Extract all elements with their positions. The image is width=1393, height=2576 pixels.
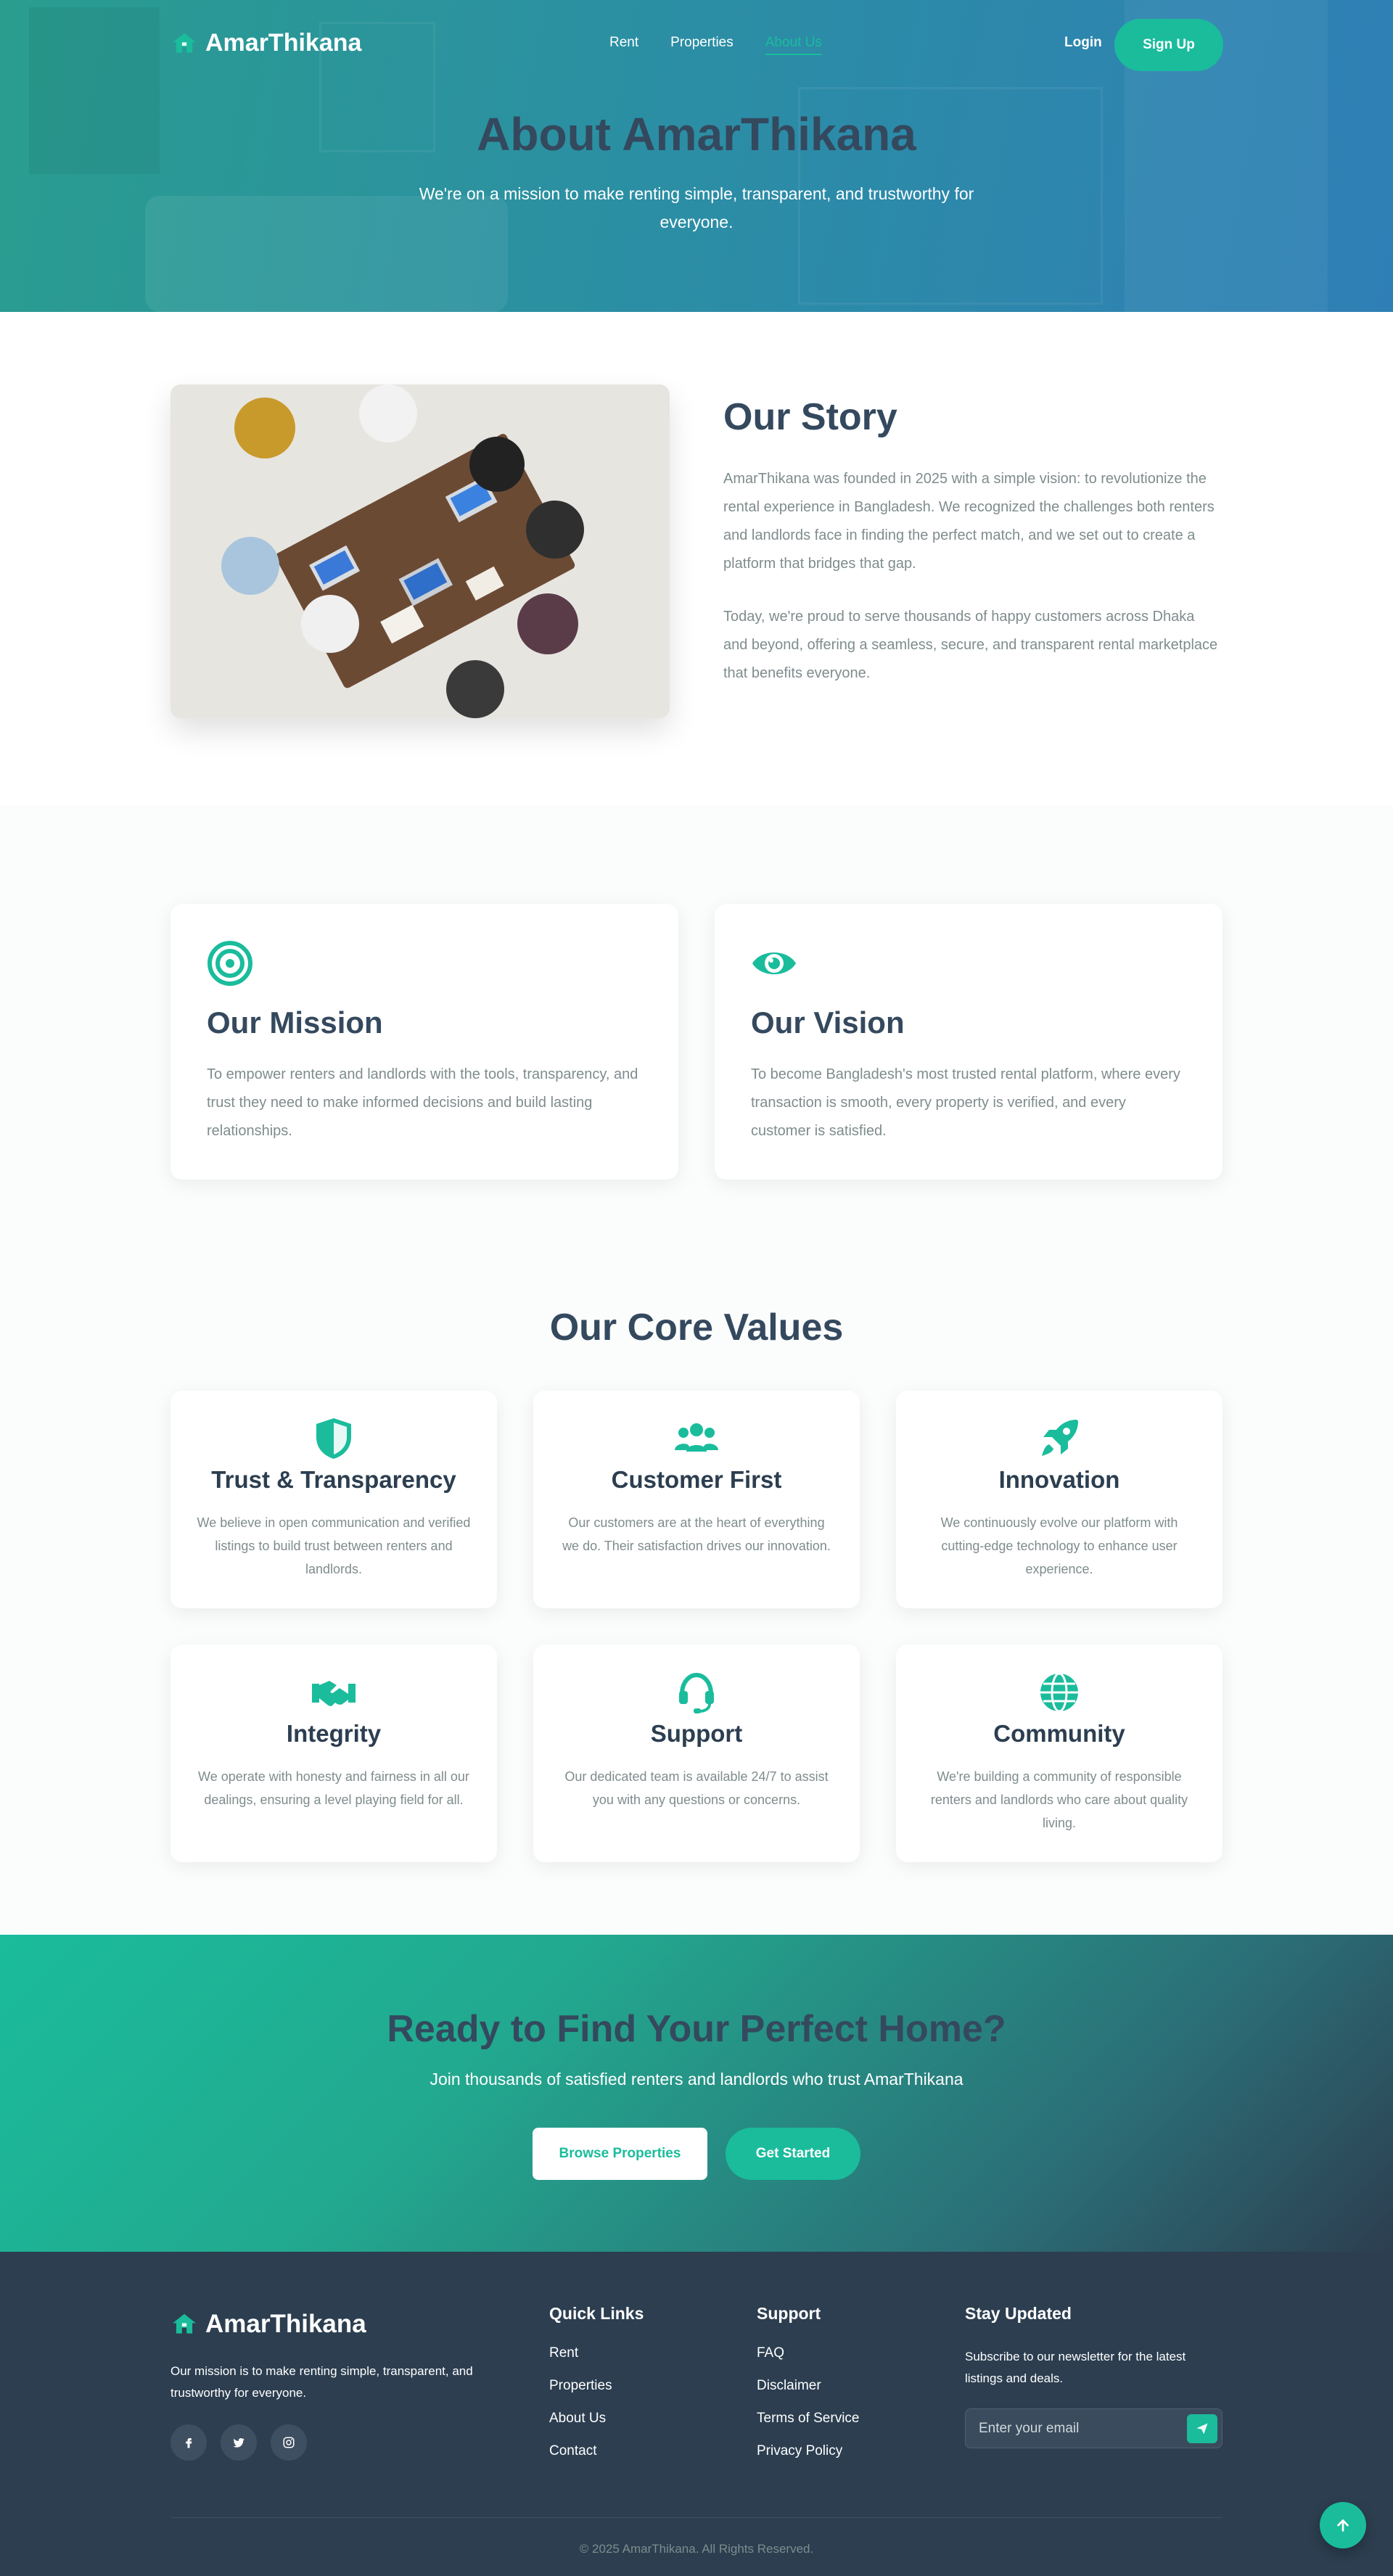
handshake-icon: [312, 1681, 356, 1706]
footer-column-title: Quick Links: [549, 2304, 644, 2323]
newsletter-text: Subscribe to our newsletter for the late…: [965, 2350, 1186, 2385]
value-text: We continuously evolve our platform with…: [940, 1515, 1178, 1576]
twitter-icon: [233, 2437, 245, 2448]
value-title: Innovation: [998, 1466, 1120, 1493]
value-title: Customer First: [611, 1466, 782, 1493]
value-title: Trust & Transparency: [211, 1466, 456, 1493]
footer-brand-logo[interactable]: AmarThikana: [170, 2310, 366, 2339]
newsletter-submit-button[interactable]: [1187, 2414, 1217, 2443]
users-icon: [675, 1423, 718, 1452]
value-text: Our customers are at the heart of everyt…: [562, 1515, 831, 1553]
browse-properties-button[interactable]: Browse Properties: [533, 2128, 707, 2180]
value-card-innovation: Innovation We continuously evolve our pl…: [896, 1391, 1223, 1608]
vision-text: To become Bangladesh's most trusted rent…: [751, 1066, 1180, 1139]
vision-title: Our Vision: [751, 1005, 905, 1040]
vision-card: Our Vision To become Bangladesh's most t…: [715, 904, 1223, 1180]
footer-support-links: Support FAQ Disclaimer Terms of Service …: [757, 2304, 859, 2476]
hero-subtitle: We're on a mission to make renting simpl…: [419, 184, 974, 231]
core-values-title: Our Core Values: [549, 1306, 844, 1349]
mission-title: Our Mission: [207, 1005, 383, 1040]
brand-logo[interactable]: AmarThikana: [170, 29, 361, 57]
arrow-up-icon: [1337, 2519, 1349, 2532]
footer: AmarThikana Our mission is to make renti…: [0, 2252, 1393, 2576]
value-card-integrity: Integrity We operate with honesty and fa…: [170, 1645, 497, 1862]
team-meeting-image: [170, 384, 670, 718]
cta-section: Ready to Find Your Perfect Home? Join th…: [0, 1935, 1393, 2252]
newsletter-email-input[interactable]: [966, 2409, 1176, 2448]
footer-link-faq[interactable]: FAQ: [757, 2345, 859, 2361]
cta-title: Ready to Find Your Perfect Home?: [387, 2008, 1006, 2050]
footer-mission: Our mission is to make renting simple, t…: [170, 2364, 473, 2400]
brand-name: AmarThikana: [205, 29, 362, 57]
back-to-top-button[interactable]: [1320, 2502, 1366, 2548]
mission-text: To empower renters and landlords with th…: [207, 1066, 638, 1139]
footer-link-properties[interactable]: Properties: [549, 2378, 644, 2394]
value-card-support: Support Our dedicated team is available …: [533, 1645, 860, 1862]
value-text: We operate with honesty and fairness in …: [198, 1769, 469, 1807]
nav-links: Rent Properties About Us: [609, 35, 822, 55]
social-links: [170, 2424, 307, 2461]
story-paragraph: Today, we're proud to serve thousands of…: [723, 609, 1218, 681]
get-started-button[interactable]: Get Started: [726, 2128, 860, 2180]
value-card-customer-first: Customer First Our customers are at the …: [533, 1391, 860, 1608]
footer-quick-links: Quick Links Rent Properties About Us Con…: [549, 2304, 644, 2476]
footer-newsletter: Stay Updated: [965, 2304, 1072, 2345]
eye-icon: [752, 952, 796, 974]
value-title: Community: [993, 1720, 1125, 1747]
paper-plane-icon: [1196, 2423, 1208, 2435]
globe-icon: [1040, 1672, 1078, 1713]
footer-divider: [170, 2517, 1223, 2518]
nav-link-properties[interactable]: Properties: [670, 35, 734, 55]
story-paragraph: AmarThikana was founded in 2025 with a s…: [723, 471, 1215, 572]
footer-link-about-us[interactable]: About Us: [549, 2411, 644, 2427]
footer-brand-name: AmarThikana: [205, 2310, 366, 2338]
nav-link-rent[interactable]: Rent: [609, 35, 638, 55]
nav-link-about-us[interactable]: About Us: [765, 35, 822, 55]
instagram-link[interactable]: [271, 2424, 307, 2461]
facebook-icon: [186, 2438, 192, 2448]
house-icon: [173, 2313, 196, 2334]
copyright: © 2025 AmarThikana. All Rights Reserved.: [579, 2542, 814, 2556]
footer-link-terms[interactable]: Terms of Service: [757, 2411, 859, 2427]
value-text: We're building a community of responsibl…: [930, 1769, 1188, 1830]
facebook-link[interactable]: [170, 2424, 207, 2461]
footer-link-contact[interactable]: Contact: [549, 2443, 644, 2459]
value-card-community: Community We're building a community of …: [896, 1645, 1223, 1862]
value-title: Integrity: [286, 1720, 382, 1747]
footer-link-privacy[interactable]: Privacy Policy: [757, 2443, 859, 2459]
rocket-icon: [1042, 1420, 1078, 1456]
navbar: AmarThikana Rent Properties About Us Log…: [170, 19, 1223, 71]
value-card-trust: Trust & Transparency We believe in open …: [170, 1391, 497, 1608]
value-text: We believe in open communication and ver…: [197, 1515, 471, 1576]
mission-card: Our Mission To empower renters and landl…: [170, 904, 678, 1180]
footer-link-disclaimer[interactable]: Disclaimer: [757, 2378, 859, 2394]
footer-column-title: Support: [757, 2304, 821, 2323]
twitter-link[interactable]: [221, 2424, 257, 2461]
cta-subtitle: Join thousands of satisfied renters and …: [430, 2070, 963, 2089]
footer-column-title: Stay Updated: [965, 2304, 1072, 2323]
shield-icon: [316, 1418, 351, 1459]
page-title: About AmarThikana: [477, 108, 916, 160]
hero-section: AmarThikana Rent Properties About Us Log…: [0, 0, 1393, 312]
headset-icon: [679, 1672, 714, 1713]
signup-button[interactable]: Sign Up: [1114, 19, 1223, 71]
story-title: Our Story: [723, 396, 897, 438]
house-icon: [173, 33, 196, 53]
value-title: Support: [650, 1720, 743, 1747]
instagram-icon: [283, 2437, 295, 2448]
login-link[interactable]: Login: [1064, 35, 1102, 51]
bullseye-icon: [207, 941, 252, 986]
newsletter-form: [965, 2408, 1223, 2448]
footer-link-rent[interactable]: Rent: [549, 2345, 644, 2361]
value-text: Our dedicated team is available 24/7 to …: [564, 1769, 829, 1807]
